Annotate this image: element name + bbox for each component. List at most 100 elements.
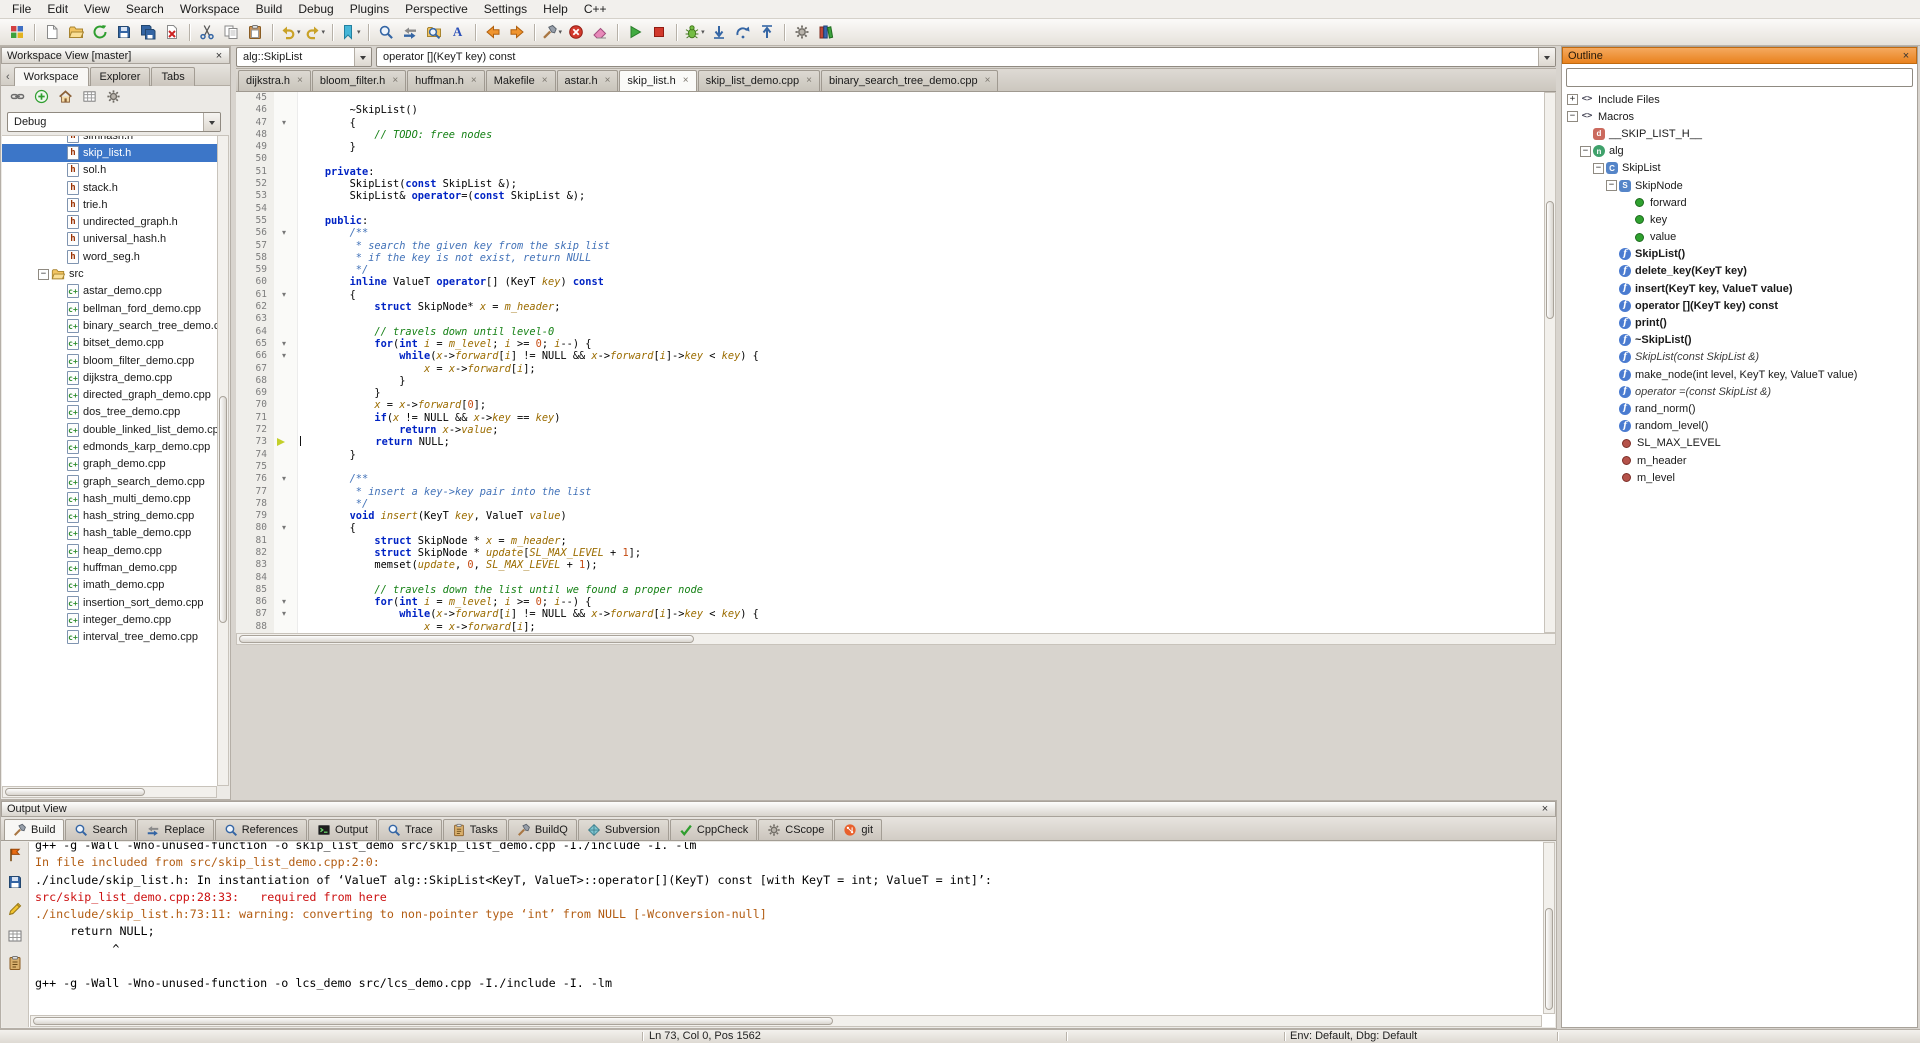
output-panel-close-icon[interactable]: × <box>1538 803 1552 815</box>
code-line[interactable]: 49 } <box>236 141 1544 153</box>
stop-build-icon[interactable] <box>564 21 588 44</box>
build-line[interactable]: g++ -g -Wall -Wno-unused-function -o ski… <box>35 842 1542 854</box>
editor-tab-skip-list-demo-cpp[interactable]: skip_list_demo.cpp× <box>698 70 820 91</box>
tree-item-hash-multi-demo-cpp[interactable]: c+hash_multi_demo.cpp <box>2 490 217 507</box>
outline-item-skiplist[interactable]: fSkipList() <box>1563 246 1916 263</box>
output-tab-subversion[interactable]: Subversion <box>578 819 669 840</box>
editor-horizontal-scrollbar[interactable] <box>236 633 1556 645</box>
outline-item-include-files[interactable]: +<>Include Files <box>1563 91 1916 108</box>
find-in-files-icon[interactable] <box>422 21 446 44</box>
outline-item-key[interactable]: key <box>1563 211 1916 228</box>
code-line[interactable]: 71 if(x != NULL && x->key == key) <box>236 412 1544 424</box>
code-line[interactable]: 48 // TODO: free nodes <box>236 129 1544 141</box>
clean-project-icon[interactable] <box>588 21 612 44</box>
build-project-dropdown-icon[interactable]: ▾ <box>559 28 563 36</box>
fold-marker-icon[interactable]: ▾ <box>282 522 286 534</box>
code-line[interactable]: 51 private: <box>236 166 1544 178</box>
tree-vertical-scrollbar[interactable] <box>217 135 229 786</box>
code-line[interactable]: 68 } <box>236 375 1544 387</box>
show-columns-icon[interactable] <box>82 89 97 107</box>
outline-item-value[interactable]: value <box>1563 229 1916 246</box>
manage-workspace-icon[interactable] <box>5 21 29 44</box>
redo-icon[interactable]: ▾ <box>303 21 328 44</box>
build-config-dropdown[interactable]: Debug <box>7 112 221 132</box>
fold-marker-icon[interactable]: ▾ <box>282 596 286 608</box>
outline-item-m-header[interactable]: m_header <box>1563 452 1916 469</box>
paste-icon[interactable] <box>243 21 267 44</box>
code-line[interactable]: 62 struct SkipNode* x = m_header; <box>236 301 1544 313</box>
outline-item-forward[interactable]: forward <box>1563 194 1916 211</box>
fold-marker-icon[interactable]: ▾ <box>282 227 286 239</box>
output-edit-icon[interactable] <box>7 901 23 920</box>
output-vertical-scrollbar[interactable] <box>1543 842 1555 1014</box>
build-line[interactable]: In file included from src/skip_list_demo… <box>35 854 1542 871</box>
code-line[interactable]: 67 x = x->forward[i]; <box>236 363 1544 375</box>
tree-item-bellman-ford-demo-cpp[interactable]: c+bellman_ford_demo.cpp <box>2 300 217 317</box>
expander-icon[interactable]: − <box>1593 163 1604 174</box>
build-line[interactable]: src/skip_list_demo.cpp:28:33: required f… <box>35 889 1542 906</box>
new-file-icon[interactable] <box>40 21 64 44</box>
navigate-forward-icon[interactable] <box>505 21 529 44</box>
outline-item-make-node-int-level-keyt-key-valuet-value[interactable]: fmake_node(int level, KeyT key, ValueT v… <box>1563 366 1916 383</box>
tree-item-word-seg-h[interactable]: hword_seg.h <box>2 248 217 265</box>
link-editor-icon[interactable] <box>10 89 25 107</box>
outline-item-macros[interactable]: −<>Macros <box>1563 108 1916 125</box>
menu-item-plugins[interactable]: Plugins <box>342 1 397 18</box>
expander-icon[interactable]: − <box>1567 111 1578 122</box>
tree-item-hash-table-demo-cpp[interactable]: c+hash_table_demo.cpp <box>2 525 217 542</box>
tree-item-huffman-demo-cpp[interactable]: c+huffman_demo.cpp <box>2 559 217 576</box>
output-copy-icon[interactable] <box>7 955 23 974</box>
outline-item-skiplist[interactable]: −CSkipList <box>1563 160 1916 177</box>
tab-scroll-left-icon[interactable]: ‹ <box>2 69 14 85</box>
close-file-icon[interactable] <box>160 21 184 44</box>
tree-item-insertion-sort-demo-cpp[interactable]: c+insertion_sort_demo.cpp <box>2 594 217 611</box>
code-line[interactable]: 70 x = x->forward[0]; <box>236 399 1544 411</box>
tree-item-stack-h[interactable]: hstack.h <box>2 179 217 196</box>
navigate-back-icon[interactable] <box>481 21 505 44</box>
help-books-icon[interactable] <box>814 21 838 44</box>
code-line[interactable]: 50 <box>236 153 1544 165</box>
code-line[interactable]: 75 <box>236 461 1544 473</box>
outline-item-skiplist-const-skiplist[interactable]: fSkipList(const SkipList &) <box>1563 349 1916 366</box>
tree-item-astar-demo-cpp[interactable]: c+astar_demo.cpp <box>2 283 217 300</box>
code-line[interactable]: 82 struct SkipNode * update[SL_MAX_LEVEL… <box>236 547 1544 559</box>
tree-item-imath-demo-cpp[interactable]: c+imath_demo.cpp <box>2 577 217 594</box>
scope-dropdown[interactable]: alg::SkipList <box>236 47 372 67</box>
code-line[interactable]: 60 inline ValueT operator[] (KeyT key) c… <box>236 276 1544 288</box>
workspace-tab-tabs[interactable]: Tabs <box>151 67 194 86</box>
code-line[interactable]: 84 <box>236 572 1544 584</box>
output-tab-replace[interactable]: Replace <box>137 819 213 840</box>
outline-item-sl-max-level[interactable]: SL_MAX_LEVEL <box>1563 435 1916 452</box>
output-columns-icon[interactable] <box>7 928 23 947</box>
menu-item-workspace[interactable]: Workspace <box>172 1 248 18</box>
outline-item-insert-keyt-key-valuet-value[interactable]: finsert(KeyT key, ValueT value) <box>1563 280 1916 297</box>
tab-close-icon[interactable]: × <box>683 77 689 85</box>
tree-item-directed-graph-demo-cpp[interactable]: c+directed_graph_demo.cpp <box>2 386 217 403</box>
tree-item-undirected-graph-h[interactable]: hundirected_graph.h <box>2 213 217 230</box>
editor-tab-skip-list-h[interactable]: skip_list.h× <box>619 70 696 91</box>
function-dropdown[interactable]: operator [](KeyT key) const <box>376 47 1556 67</box>
tab-close-icon[interactable]: × <box>605 77 611 85</box>
tree-item-graph-search-demo-cpp[interactable]: c+graph_search_demo.cpp <box>2 473 217 490</box>
code-line[interactable]: 64 // travels down until level-0 <box>236 326 1544 338</box>
output-tab-buildq[interactable]: BuildQ <box>508 819 577 840</box>
output-tab-references[interactable]: References <box>215 819 307 840</box>
tree-item-double-linked-list-demo-cpp[interactable]: c+double_linked_list_demo.cpp <box>2 421 217 438</box>
tree-item-heap-demo-cpp[interactable]: c+heap_demo.cpp <box>2 542 217 559</box>
code-line[interactable]: 55 public: <box>236 215 1544 227</box>
workspace-tab-workspace[interactable]: Workspace <box>14 67 89 86</box>
tree-item-bitset-demo-cpp[interactable]: c+bitset_demo.cpp <box>2 335 217 352</box>
code-line[interactable]: 76▾ /** <box>236 473 1544 485</box>
save-file-icon[interactable] <box>112 21 136 44</box>
output-horizontal-scrollbar[interactable] <box>30 1015 1542 1027</box>
code-editor[interactable]: 4546 ~SkipList()47▾ {48 // TODO: free no… <box>236 92 1544 633</box>
code-line[interactable]: 59 */ <box>236 264 1544 276</box>
code-line[interactable]: 47▾ { <box>236 117 1544 129</box>
goto-active-project-icon[interactable] <box>58 89 73 107</box>
editor-vertical-scrollbar[interactable] <box>1544 92 1556 633</box>
stop-program-icon[interactable] <box>647 21 671 44</box>
output-tab-build[interactable]: Build <box>4 819 64 840</box>
editor-tab-makefile[interactable]: Makefile× <box>486 70 556 91</box>
tree-item-edmonds-karp-demo-cpp[interactable]: c+edmonds_karp_demo.cpp <box>2 438 217 455</box>
workspace-panel-close-icon[interactable]: × <box>212 50 226 62</box>
